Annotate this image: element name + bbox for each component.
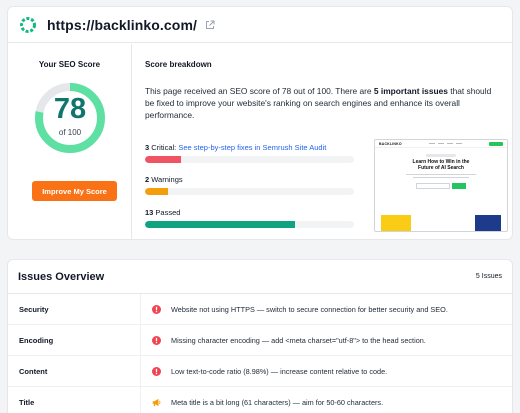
passed-label: Passed <box>153 208 181 217</box>
issue-description: Missing character encoding — add <meta c… <box>171 335 426 345</box>
warnings-bar-track <box>145 188 354 195</box>
issue-category: Title <box>8 387 141 413</box>
megaphone-icon <box>152 398 161 407</box>
issues-count: 5 Issues <box>475 273 502 280</box>
critical-icon <box>152 304 161 314</box>
issue-row: Title Meta title is a bit long (61 chara… <box>8 387 512 413</box>
improve-score-button[interactable]: Improve My Score <box>32 181 117 201</box>
issue-description: Website not using HTTPS — switch to secu… <box>171 304 448 314</box>
issues-overview-card: Issues Overview 5 Issues Security Websit… <box>7 259 513 413</box>
issue-row: Encoding Missing character encoding — ad… <box>8 325 512 356</box>
preview-headline-line2: Future of AI Search <box>418 165 464 171</box>
issue-row: Content Low text-to-code ratio (8.98%) —… <box>8 356 512 387</box>
issue-category: Content <box>8 356 141 386</box>
score-breakdown: Score breakdown This page received an SE… <box>145 44 508 239</box>
score-title: Your SEO Score <box>38 60 101 69</box>
issue-category: Encoding <box>8 325 141 355</box>
summary-issue-count: 5 important issues <box>373 86 448 96</box>
critical-bar-fill <box>145 156 181 163</box>
issue-row: Security Website not using HTTPS — switc… <box>8 294 512 325</box>
page-preview-thumbnail: BACKLINKO Learn How to Win in the Future … <box>374 139 508 232</box>
score-out-of: of 100 <box>58 128 82 137</box>
issue-description: Low text-to-code ratio (8.98%) — increas… <box>171 366 388 376</box>
breakdown-title: Score breakdown <box>145 60 212 69</box>
preview-body-lines <box>406 174 476 178</box>
score-value: 78 <box>53 93 87 125</box>
passed-bar-fill <box>145 221 296 228</box>
preview-nav-cta <box>489 141 503 146</box>
critical-label: Critical: <box>149 143 179 152</box>
metric-warnings: 2 Warnings <box>145 175 355 195</box>
metric-critical: 3 Critical: See step-by-step fixes in Se… <box>145 143 355 163</box>
warnings-bar-fill <box>145 188 168 195</box>
seo-score-card: https://backlinko.com/ Your SEO Score 78… <box>7 6 513 240</box>
preview-tag <box>426 154 456 157</box>
summary-text-start: This page received an SEO score of 78 ou… <box>145 86 374 96</box>
preview-cards <box>381 215 501 231</box>
preview-nav-links <box>402 143 489 144</box>
site-audit-link[interactable]: See step-by-step fixes in Semrush Site A… <box>178 143 326 152</box>
semrush-ring-icon <box>20 16 36 33</box>
score-column: Your SEO Score 78 of 100 Improve My Scor… <box>8 44 132 239</box>
preview-logo: BACKLINKO <box>379 141 402 146</box>
issue-category: Security <box>8 294 141 324</box>
preview-form <box>416 183 466 189</box>
critical-bar-track <box>145 156 354 163</box>
warnings-label: Warnings <box>149 175 183 184</box>
issues-title: Issues Overview <box>18 270 105 283</box>
metric-passed-label: 13 Passed <box>145 208 355 218</box>
metric-passed: 13 Passed <box>145 208 355 228</box>
passed-bar-track <box>145 221 354 228</box>
issues-header: Issues Overview 5 Issues <box>8 260 512 294</box>
preview-headline: Learn How to Win in the Future of AI Sear… <box>375 159 507 171</box>
critical-icon <box>152 366 161 376</box>
breakdown-summary: This page received an SEO score of 78 ou… <box>145 85 501 121</box>
metric-warnings-label: 2 Warnings <box>145 175 355 185</box>
score-gauge: 78 of 100 <box>33 81 107 155</box>
preview-nav: BACKLINKO <box>375 140 507 148</box>
external-link-icon[interactable] <box>205 20 215 30</box>
url-bar: https://backlinko.com/ <box>8 7 512 43</box>
metric-critical-label: 3 Critical: See step-by-step fixes in Se… <box>145 143 355 153</box>
issue-description: Meta title is a bit long (61 characters)… <box>171 398 384 407</box>
critical-icon <box>152 335 161 345</box>
page-url[interactable]: https://backlinko.com/ <box>47 17 197 33</box>
